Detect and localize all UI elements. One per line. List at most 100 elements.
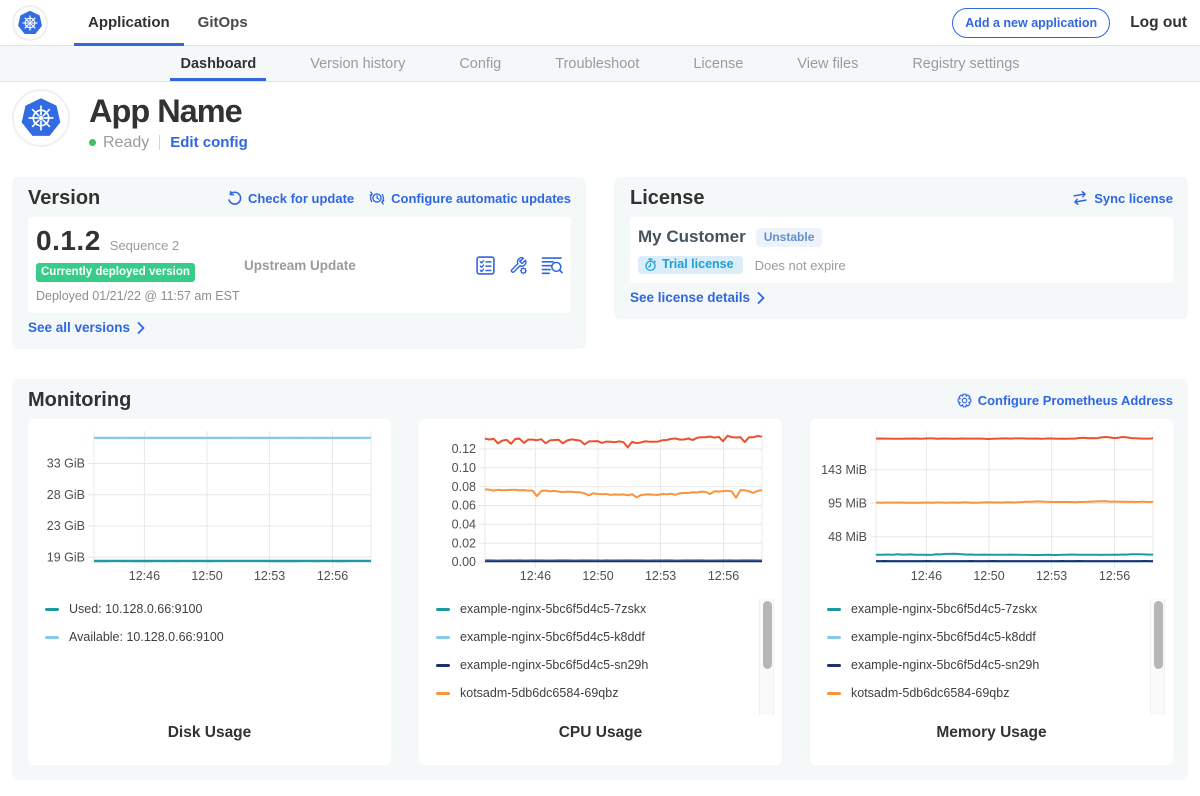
- version-sequence: Sequence 2: [110, 238, 179, 253]
- see-license-details-link[interactable]: See license details: [630, 288, 765, 307]
- legend-color-dash: [436, 664, 450, 667]
- cpu-usage-legend: example-nginx-5bc6f5d4c5-7zskx example-ng…: [419, 595, 782, 707]
- cpu-usage-chart: 0.120.100.080.060.040.020.0012:4612:5012…: [419, 419, 782, 589]
- y-axis-tick-label: 0.02: [452, 536, 476, 550]
- legend-color-dash: [827, 664, 841, 667]
- navbar-left: Application GitOps: [14, 0, 262, 45]
- subnav-tab-version-history[interactable]: Version history: [300, 46, 415, 81]
- subnav-tab-dashboard[interactable]: Dashboard: [170, 46, 266, 81]
- kubernetes-logo[interactable]: [14, 7, 46, 39]
- y-axis-tick-label: 0.10: [452, 461, 476, 475]
- legend-scrollbar: [759, 599, 774, 715]
- legend-color-dash: [45, 608, 59, 611]
- series-line: [876, 437, 1153, 439]
- y-axis-tick-label: 143 MiB: [821, 463, 867, 477]
- x-axis-tick-label: 12:56: [708, 569, 739, 583]
- subnav-tab-version-history-label: Version history: [310, 56, 405, 72]
- configure-prometheus-link[interactable]: Configure Prometheus Address: [957, 393, 1173, 408]
- y-axis-tick-label: 48 MiB: [828, 530, 867, 544]
- y-axis-tick-label: 28 GiB: [47, 488, 85, 502]
- version-number-row: 0.1.2 Sequence 2: [36, 227, 244, 255]
- legend-color-dash: [436, 636, 450, 639]
- series-line: [485, 436, 762, 448]
- configure-automatic-updates-label: Configure automatic updates: [391, 191, 571, 206]
- y-axis-tick-label: 33 GiB: [47, 457, 85, 471]
- license-info-box: My Customer Unstable Tri: [630, 217, 1173, 283]
- y-axis-tick-label: 19 GiB: [47, 551, 85, 565]
- version-action-icons: [475, 255, 563, 276]
- view-logs-icon[interactable]: [541, 255, 563, 276]
- logout-link[interactable]: Log out: [1130, 14, 1187, 32]
- monitoring-title: Monitoring: [28, 389, 131, 412]
- legend-item: Available: 10.128.0.66:9100: [45, 623, 391, 651]
- subnav-tab-license[interactable]: License: [683, 46, 753, 81]
- legend-label: example-nginx-5bc6f5d4c5-7zskx: [851, 602, 1037, 616]
- see-all-versions-link[interactable]: See all versions: [28, 318, 145, 337]
- configure-prometheus-label: Configure Prometheus Address: [978, 393, 1173, 408]
- preflight-checks-icon[interactable]: [475, 255, 496, 276]
- series-line: [876, 554, 1153, 555]
- sync-arrows-icon: [1072, 191, 1088, 205]
- x-axis-tick-label: 12:46: [911, 569, 942, 583]
- x-axis-tick-label: 12:56: [1099, 569, 1130, 583]
- legend-color-dash: [827, 608, 841, 611]
- y-axis-tick-label: 0.08: [452, 480, 476, 494]
- deployed-timestamp: Deployed 01/21/22 @ 11:57 am EST: [36, 289, 244, 303]
- subnav-tab-config-label: Config: [459, 56, 501, 72]
- scrollbar-thumb[interactable]: [763, 601, 772, 669]
- scrollbar-thumb[interactable]: [1154, 601, 1163, 669]
- monitoring-section: Monitoring Configure Prometheus Address …: [12, 379, 1188, 780]
- subnav-tab-license-label: License: [693, 56, 743, 72]
- check-for-update-link[interactable]: Check for update: [227, 191, 354, 206]
- app-header: App Name Ready Edit config: [0, 82, 1200, 177]
- nav-tab-application[interactable]: Application: [74, 0, 184, 45]
- disk-usage-chart-title: Disk Usage: [28, 724, 391, 742]
- y-axis-tick-label: 0.12: [452, 442, 476, 456]
- customer-name: My Customer: [638, 227, 746, 247]
- sync-license-label: Sync license: [1094, 191, 1173, 206]
- configure-automatic-updates-link[interactable]: Configure automatic updates: [369, 190, 571, 206]
- nav-tab-gitops[interactable]: GitOps: [184, 0, 262, 45]
- subnav-tab-troubleshoot[interactable]: Troubleshoot: [545, 46, 649, 81]
- legend-color-dash: [436, 692, 450, 695]
- subnav-tab-config[interactable]: Config: [449, 46, 511, 81]
- config-wrench-icon[interactable]: [508, 255, 529, 276]
- x-axis-tick-label: 12:46: [520, 569, 551, 583]
- app-icon: [14, 91, 68, 145]
- version-card: Version Check for update: [12, 177, 586, 349]
- x-axis-tick-label: 12:50: [973, 569, 1004, 583]
- x-axis-tick-label: 12:56: [317, 569, 348, 583]
- kubernetes-logo-icon: [17, 10, 43, 36]
- memory-usage-chart-title: Memory Usage: [810, 724, 1173, 742]
- version-number: 0.1.2: [36, 227, 101, 255]
- legend-label: example-nginx-5bc6f5d4c5-7zskx: [460, 602, 646, 616]
- y-axis-tick-label: 0.04: [452, 518, 476, 532]
- add-new-application-button[interactable]: Add a new application: [952, 8, 1110, 38]
- memory-usage-legend: example-nginx-5bc6f5d4c5-7zskx example-ng…: [810, 595, 1173, 707]
- current-version-box: 0.1.2 Sequence 2 Currently deployed vers…: [28, 217, 571, 313]
- subnav-tab-registry-settings[interactable]: Registry settings: [902, 46, 1029, 81]
- chart-plot: 143 MiB95 MiB48 MiB12:4612:5012:5312:56: [810, 419, 1172, 589]
- legend-label: example-nginx-5bc6f5d4c5-sn29h: [460, 658, 648, 672]
- trial-license-label: Trial license: [662, 258, 734, 271]
- version-card-title: Version: [28, 187, 100, 210]
- edit-config-link[interactable]: Edit config: [170, 134, 248, 151]
- kubernetes-app-icon: [20, 97, 62, 139]
- refresh-icon: [227, 191, 242, 206]
- license-card-header: License Sync license: [630, 186, 1173, 210]
- currently-deployed-badge: Currently deployed version: [36, 263, 195, 282]
- chevron-right-icon: [757, 292, 765, 304]
- legend-item: Used: 10.128.0.66:9100: [45, 595, 391, 623]
- sync-license-link[interactable]: Sync license: [1072, 191, 1173, 206]
- series-line: [876, 501, 1153, 503]
- charts-row: 33 GiB28 GiB23 GiB19 GiB12:4612:5012:531…: [28, 419, 1173, 765]
- subnav-tab-troubleshoot-label: Troubleshoot: [555, 56, 639, 72]
- subnav-tab-view-files[interactable]: View files: [787, 46, 868, 81]
- x-axis-tick-label: 12:50: [582, 569, 613, 583]
- legend-label: example-nginx-5bc6f5d4c5-k8ddf: [851, 630, 1036, 644]
- status-divider: [159, 135, 160, 150]
- top-cards-row: Version Check for update: [12, 177, 1188, 349]
- y-axis-tick-label: 0.00: [452, 555, 476, 569]
- nav-tab-gitops-label: GitOps: [198, 14, 248, 31]
- app-name-title: App Name: [89, 93, 248, 129]
